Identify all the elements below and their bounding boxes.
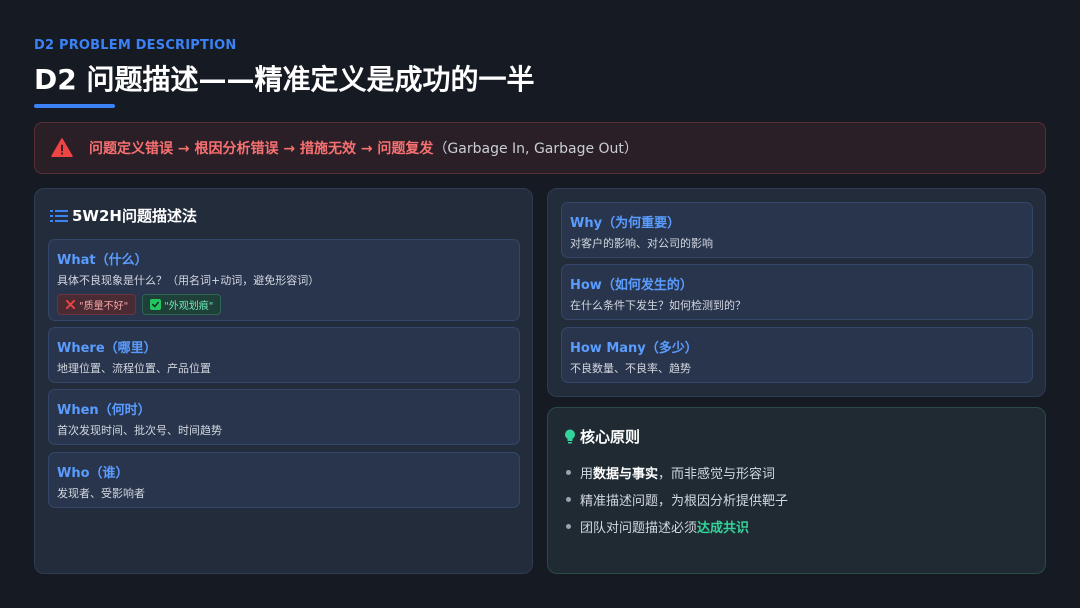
method-panel-title: 5W2H问题描述法	[72, 207, 197, 225]
title-underline	[34, 104, 115, 108]
card-where-title: Where（哪里）	[57, 341, 157, 356]
method-panel: 5W2H问题描述法 What（什么） 具体不良现象是什么？（用名词+动词，避免形…	[34, 188, 533, 574]
check-icon	[150, 299, 162, 310]
card-how-title: How（如何发生的）	[570, 278, 693, 293]
alert-banner: 问题定义错误 → 根因分析错误 → 措施无效 → 问题复发 （Garbage I…	[34, 122, 1046, 174]
method-panel-header: 5W2H问题描述法	[50, 205, 197, 226]
principle-1-pre: 用	[580, 467, 594, 482]
principle-2: 精准描述问题，为根因分析提供靶子	[580, 494, 789, 509]
core-principles-list: 用数据与事实 ，而非感觉与形容词 精准描述问题，为根因分析提供靶子 团队对问题描述…	[566, 459, 788, 540]
lightbulb-icon	[565, 429, 575, 443]
good-example-tag: "外观划痕"	[142, 294, 222, 315]
principle-3-strong: 达成共识	[697, 521, 750, 536]
card-how: How（如何发生的） 在什么条件下发生？如何检测到的？	[561, 264, 1033, 320]
bullet-dot	[566, 524, 571, 529]
card-how-many-title: How Many（多少）	[570, 341, 698, 356]
page-title: D2 问题描述——精准定义是成功的一半	[34, 63, 535, 96]
cross-icon	[65, 299, 76, 310]
core-principles-header: 核心原则	[564, 426, 640, 447]
principle-item: 精准描述问题，为根因分析提供靶子	[566, 486, 788, 513]
card-who-title: Who（谁）	[57, 466, 129, 481]
bullet-dot	[566, 470, 571, 475]
principle-item: 用数据与事实 ，而非感觉与形容词	[566, 459, 788, 486]
bad-example-tag: "质量不好"	[57, 294, 137, 315]
card-why-desc: 对客户的影响、对公司的影响	[570, 237, 713, 250]
method-panel-continued: Why（为何重要） 对客户的影响、对公司的影响 How（如何发生的） 在什么条件…	[547, 188, 1046, 397]
card-who: Who（谁） 发现者、受影响者	[48, 452, 520, 508]
principle-1-strong: 数据与事实	[593, 467, 659, 482]
card-how-many-desc: 不良数量、不良率、趋势	[570, 362, 691, 375]
card-who-desc: 发现者、受影响者	[57, 487, 145, 500]
principle-3-pre: 团队对问题描述必须	[580, 521, 698, 536]
bad-example-label: "质量不好"	[79, 301, 129, 312]
card-where-desc: 地理位置、流程位置、产品位置	[57, 362, 211, 375]
card-where: Where（哪里） 地理位置、流程位置、产品位置	[48, 327, 520, 383]
core-principles-title: 核心原则	[580, 428, 641, 446]
warning-icon	[51, 138, 73, 157]
list-icon	[50, 209, 68, 222]
card-what: What（什么） 具体不良现象是什么？（用名词+动词，避免形容词） "质量不好"…	[48, 239, 520, 321]
card-what-title: What（什么）	[57, 253, 148, 268]
card-when-title: When（何时）	[57, 403, 151, 418]
card-why: Why（为何重要） 对客户的影响、对公司的影响	[561, 202, 1033, 258]
alert-note-text: （Garbage In, Garbage Out）	[433, 141, 638, 157]
principle-1-post: ，而非感觉与形容词	[658, 467, 776, 482]
card-when-desc: 首次发现时间、批次号、时间趋势	[57, 424, 222, 437]
core-principles-panel: 核心原则 用数据与事实 ，而非感觉与形容词 精准描述问题，为根因分析提供靶子 团队…	[547, 407, 1046, 574]
bullet-dot	[566, 497, 571, 502]
example-tags: "质量不好" "外观划痕"	[57, 294, 511, 315]
card-what-desc: 具体不良现象是什么？（用名词+动词，避免形容词）	[57, 274, 320, 287]
alert-chain-text: 问题定义错误 → 根因分析错误 → 措施无效 → 问题复发	[89, 141, 434, 157]
card-how-desc: 在什么条件下发生？如何检测到的？	[570, 299, 746, 312]
card-why-title: Why（为何重要）	[570, 216, 681, 231]
good-example-label: "外观划痕"	[164, 301, 214, 312]
section-subtitle: D2 PROBLEM DESCRIPTION	[34, 38, 237, 53]
card-when: When（何时） 首次发现时间、批次号、时间趋势	[48, 389, 520, 445]
card-how-many: How Many（多少） 不良数量、不良率、趋势	[561, 327, 1033, 383]
principle-item: 团队对问题描述必须 达成共识	[566, 513, 788, 540]
